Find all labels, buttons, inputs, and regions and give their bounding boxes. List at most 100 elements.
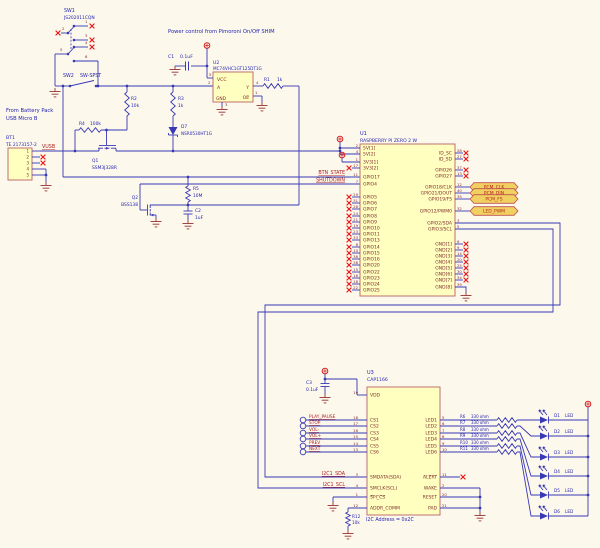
pin-number: 12 xyxy=(457,182,462,187)
led-resistor-ref: R8 xyxy=(460,427,466,432)
pin-name: GPIO23 xyxy=(363,276,380,282)
pin-name: PAD xyxy=(428,506,438,512)
junction-dot xyxy=(187,176,190,179)
r3-value: 1k xyxy=(178,103,184,109)
led-resistor-value: 330 ohm xyxy=(471,433,489,438)
junction-dot xyxy=(105,129,108,132)
pin-number: 29 xyxy=(353,192,358,197)
junction-dot xyxy=(479,496,482,499)
pin-name: GPIO6 xyxy=(363,201,377,207)
pin-name: GND[8] xyxy=(435,285,452,291)
pin-name: LED5 xyxy=(425,444,437,450)
led-resistor-ref: R9 xyxy=(460,433,466,438)
pin-number: 17 xyxy=(353,163,358,168)
led-part: LED xyxy=(565,413,573,418)
schematic-page: Power control from Pimoroni On/Off SHIM … xyxy=(0,0,600,548)
pin-number: 19 xyxy=(353,390,358,395)
r1-ref: R1 xyxy=(264,77,270,83)
pin-name: GPIO12/PWM0 xyxy=(420,209,452,215)
led-ref: D3 xyxy=(554,450,560,455)
net-flag-label: LED_PWM xyxy=(483,209,505,215)
pin-name: GPIO11 xyxy=(363,232,380,238)
sw1-part: JS202011CQN xyxy=(63,15,95,21)
pin-number: 39 xyxy=(457,282,462,287)
junction-dot xyxy=(45,174,48,177)
pin-name: GPIO18/CLK xyxy=(425,185,453,191)
pin-number: 16 xyxy=(353,273,358,278)
pin-name: GND[3] xyxy=(435,254,452,260)
pin-number: 21 xyxy=(353,217,358,222)
pin-name: GPIO21/DOUT xyxy=(421,191,453,197)
pin-number: 11 xyxy=(353,172,358,177)
c1-value: 0.1uF xyxy=(180,54,193,60)
led-part: LED xyxy=(565,469,573,474)
pin-name: LED6 xyxy=(425,450,437,456)
led-ref: D2 xyxy=(554,429,560,434)
pin-name: GPIO26 xyxy=(435,168,452,174)
pin-name: GPIO17 xyxy=(363,175,380,181)
led-ref: D1 xyxy=(554,413,560,418)
pin-name: CS2 xyxy=(370,424,379,430)
pin-name: GPIO25 xyxy=(363,288,380,294)
pin-name: SMCLK(SCL) xyxy=(370,486,398,492)
pin-name: GND[7] xyxy=(435,278,452,284)
pin-number: 19 xyxy=(353,223,358,228)
net-label-touch: NEXT xyxy=(309,446,321,452)
net-label-sda: I2C1_SDA xyxy=(322,471,346,477)
pin-name: GPIO19/FS xyxy=(428,197,452,203)
pin-name: GPIO4 xyxy=(363,182,377,188)
q1-ref: Q1 xyxy=(92,158,98,164)
note-battery-1: From Battery Pack xyxy=(6,108,53,114)
pin-name: GND[2] xyxy=(435,248,452,254)
pin-name: GPIO10 xyxy=(363,226,380,232)
pin-name: GPIO24 xyxy=(363,282,380,288)
sw1-ref: SW1 xyxy=(64,8,75,14)
junction-dot xyxy=(97,85,100,88)
led-part: LED xyxy=(565,429,573,434)
c3-value: 0.1uF xyxy=(306,387,319,393)
r5-value: 10M xyxy=(193,193,203,199)
canvas-background xyxy=(0,0,600,548)
pin-name: GND[6] xyxy=(435,272,452,278)
u2-part: MC74VHC1GT125DT1G xyxy=(213,66,262,71)
pin-name: GPIO22 xyxy=(363,270,380,276)
net-label-touch: PLAY_PAUSE xyxy=(309,414,336,420)
pin-name: LED3 xyxy=(425,431,437,437)
pin-name: GPIO16 xyxy=(363,257,380,263)
net-label-scl: I2C1_SCL xyxy=(323,482,346,488)
led-resistor-value: 330 ohm xyxy=(471,440,489,445)
pin-name: GPIO7 xyxy=(363,207,377,213)
pin-name: 3V3[1] xyxy=(363,160,378,166)
pin-number: 35 xyxy=(457,194,462,199)
junction-dot xyxy=(587,456,590,459)
c2-ref: C2 xyxy=(195,208,201,214)
pin-name: GPIO15 xyxy=(363,251,380,257)
pin-name: CS3 xyxy=(370,431,379,437)
pin-name: GND[4] xyxy=(435,260,452,266)
junction-dot xyxy=(587,435,590,438)
led-resistor-ref: R10 xyxy=(460,440,468,445)
bt1-ref: BT1 xyxy=(6,135,15,141)
pin-number: 11 xyxy=(442,472,447,477)
pin-number: 18 xyxy=(353,415,358,420)
pin-name: GPIO14 xyxy=(363,245,380,251)
pin-name: SPI_CS xyxy=(370,495,385,501)
pin-name: GPIO13 xyxy=(363,238,380,244)
pin-number: 21 xyxy=(442,503,447,508)
pin-name: ALERT xyxy=(423,475,437,481)
led-part: LED xyxy=(565,488,573,493)
pin-number: 32 xyxy=(457,206,462,211)
led-ref: D4 xyxy=(554,469,560,474)
pin-number: 20 xyxy=(442,492,447,497)
pin-name: Y xyxy=(245,85,249,91)
d7-part: NSR0530HT1G xyxy=(181,131,212,136)
r12-ref: R12 xyxy=(352,514,361,519)
u1-ref: U1 xyxy=(360,131,367,137)
net-flag-label: PCM_FS xyxy=(485,197,502,203)
pin-number: 13 xyxy=(353,447,358,452)
pin-number: 17 xyxy=(353,421,358,426)
pin-name: CS5 xyxy=(370,444,379,450)
led-resistor-value: 330 ohm xyxy=(471,420,489,425)
c3-ref: C3 xyxy=(306,380,312,386)
net-label-vusb: VUSB xyxy=(42,144,55,150)
